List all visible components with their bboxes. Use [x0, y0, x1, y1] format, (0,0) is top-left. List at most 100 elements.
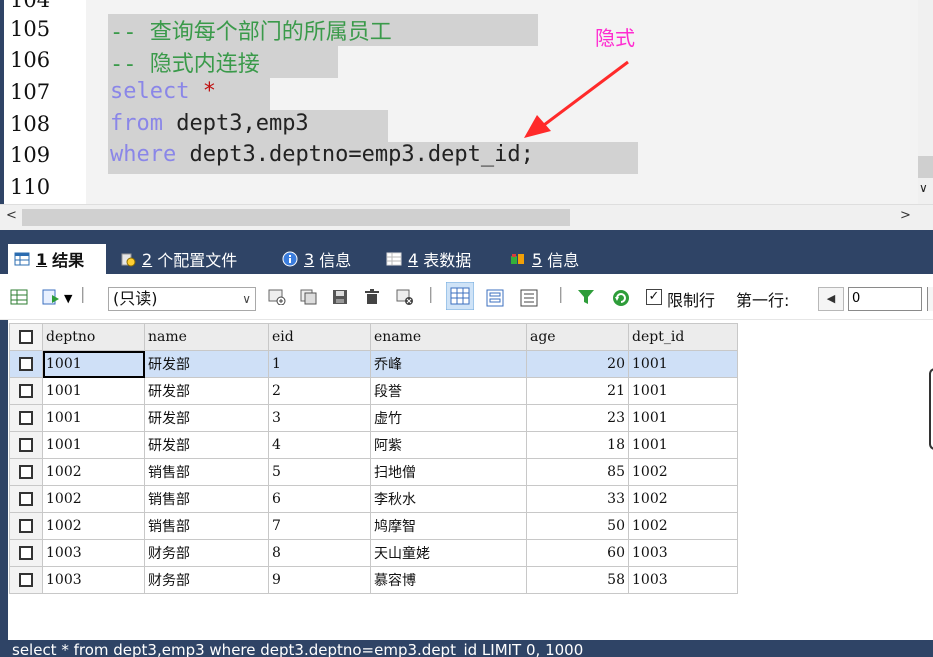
table-cell-dept-id[interactable]: 1002 [628, 485, 738, 513]
column-header[interactable]: name [144, 323, 269, 351]
table-cell-ename[interactable]: 鸠摩智 [370, 512, 527, 540]
table-cell-eid[interactable]: 3 [268, 404, 371, 432]
row-checkbox[interactable] [9, 566, 43, 594]
table-cell-deptno[interactable]: 1002 [42, 512, 145, 540]
table-cell-age[interactable]: 23 [526, 404, 629, 432]
table-cell-eid[interactable]: 4 [268, 431, 371, 459]
table-cell-name[interactable]: 研发部 [144, 377, 269, 405]
table-cell-age[interactable]: 21 [526, 377, 629, 405]
table-cell-age[interactable]: 60 [526, 539, 629, 567]
column-header[interactable]: deptno [42, 323, 145, 351]
table-row[interactable]: 1002 销售部 5 扫地僧 85 1002 [9, 458, 738, 486]
table-cell-dept-id[interactable]: 1003 [628, 539, 738, 567]
filter-icon[interactable] [578, 289, 594, 308]
table-cell-ename[interactable]: 阿紫 [370, 431, 527, 459]
table-cell-dept-id[interactable]: 1002 [628, 458, 738, 486]
tab-info[interactable]: 3 信息 [276, 244, 372, 274]
editor-scroll-thumb[interactable] [918, 156, 933, 178]
row-checkbox[interactable] [9, 350, 43, 378]
table-cell-deptno[interactable]: 1001 [42, 350, 145, 378]
table-cell-dept-id[interactable]: 1001 [628, 350, 738, 378]
table-cell-age[interactable]: 58 [526, 566, 629, 594]
table-cell-ename[interactable]: 慕容博 [370, 566, 527, 594]
table-row[interactable]: 1001 研发部 3 虚竹 23 1001 [9, 404, 738, 432]
column-header[interactable]: dept_id [628, 323, 738, 351]
rows-count-input[interactable] [927, 287, 933, 311]
table-cell-ename[interactable]: 天山童姥 [370, 539, 527, 567]
tab-results[interactable]: 1 结果 [8, 244, 106, 274]
previous-page-icon[interactable]: ◀ [818, 287, 844, 311]
table-cell-eid[interactable]: 7 [268, 512, 371, 540]
table-cell-age[interactable]: 50 [526, 512, 629, 540]
table-cell-dept-id[interactable]: 1002 [628, 512, 738, 540]
scroll-right-icon[interactable]: > [900, 208, 911, 223]
table-cell-eid[interactable]: 9 [268, 566, 371, 594]
panel-divider[interactable] [0, 230, 933, 240]
insert-row-icon[interactable] [268, 289, 286, 308]
form-mode-icon[interactable] [486, 289, 504, 310]
table-row[interactable]: 1002 销售部 6 李秋水 33 1002 [9, 485, 738, 513]
table-cell-ename[interactable]: 段誉 [370, 377, 527, 405]
table-cell-name[interactable]: 财务部 [144, 539, 269, 567]
row-checkbox[interactable] [9, 458, 43, 486]
table-cell-eid[interactable]: 5 [268, 458, 371, 486]
table-cell-name[interactable]: 销售部 [144, 485, 269, 513]
table-cell-ename[interactable]: 虚竹 [370, 404, 527, 432]
tab-info-2[interactable]: 5 信息 [504, 244, 600, 274]
row-checkbox[interactable] [9, 485, 43, 513]
save-icon[interactable] [332, 289, 348, 308]
row-checkbox[interactable] [9, 539, 43, 567]
table-row[interactable]: 1001 研发部 1 乔峰 20 1001 [9, 350, 738, 378]
table-row[interactable]: 1002 销售部 7 鸠摩智 50 1002 [9, 512, 738, 540]
tab-table-data[interactable]: 4 表数据 [380, 244, 496, 274]
grid-mode-icon[interactable] [445, 281, 475, 313]
select-all-checkbox[interactable] [9, 323, 43, 351]
table-cell-dept-id[interactable]: 1001 [628, 377, 738, 405]
table-cell-eid[interactable]: 2 [268, 377, 371, 405]
table-cell-age[interactable]: 20 [526, 350, 629, 378]
table-cell-ename[interactable]: 乔峰 [370, 350, 527, 378]
table-cell-deptno[interactable]: 1002 [42, 458, 145, 486]
table-cell-age[interactable]: 33 [526, 485, 629, 513]
cancel-changes-icon[interactable] [396, 289, 414, 308]
table-cell-name[interactable]: 研发部 [144, 404, 269, 432]
table-cell-dept-id[interactable]: 1001 [628, 404, 738, 432]
table-cell-deptno[interactable]: 1002 [42, 485, 145, 513]
side-panel-handle[interactable] [929, 368, 933, 450]
horizontal-scrollbar[interactable]: < > [0, 204, 933, 230]
table-cell-deptno[interactable]: 1001 [42, 377, 145, 405]
table-cell-dept-id[interactable]: 1001 [628, 431, 738, 459]
first-row-input[interactable]: 0 [848, 287, 922, 311]
table-cell-age[interactable]: 85 [526, 458, 629, 486]
column-header[interactable]: eid [268, 323, 371, 351]
table-cell-ename[interactable]: 李秋水 [370, 485, 527, 513]
duplicate-row-icon[interactable] [300, 289, 318, 308]
text-mode-icon[interactable] [520, 289, 538, 310]
limit-rows-checkbox[interactable]: ✓ [646, 289, 662, 305]
row-checkbox[interactable] [9, 512, 43, 540]
column-header[interactable]: age [526, 323, 629, 351]
table-row[interactable]: 1003 财务部 9 慕容博 58 1003 [9, 566, 738, 594]
table-row[interactable]: 1001 研发部 2 段誉 21 1001 [9, 377, 738, 405]
horizontal-scroll-thumb[interactable] [22, 209, 570, 226]
row-checkbox[interactable] [9, 377, 43, 405]
table-cell-deptno[interactable]: 1003 [42, 566, 145, 594]
table-cell-name[interactable]: 财务部 [144, 566, 269, 594]
table-cell-ename[interactable]: 扫地僧 [370, 458, 527, 486]
table-cell-eid[interactable]: 1 [268, 350, 371, 378]
table-row[interactable]: 1003 财务部 8 天山童姥 60 1003 [9, 539, 738, 567]
delete-icon[interactable] [364, 289, 380, 308]
export-icon[interactable] [42, 289, 60, 308]
mode-select[interactable]: (只读) ∨ [108, 287, 256, 311]
table-cell-name[interactable]: 销售部 [144, 458, 269, 486]
grid-view-icon[interactable] [10, 289, 28, 308]
table-cell-name[interactable]: 研发部 [144, 350, 269, 378]
scroll-left-icon[interactable]: < [6, 208, 17, 223]
table-cell-age[interactable]: 18 [526, 431, 629, 459]
row-checkbox[interactable] [9, 404, 43, 432]
table-row[interactable]: 1001 研发部 4 阿紫 18 1001 [9, 431, 738, 459]
table-cell-name[interactable]: 销售部 [144, 512, 269, 540]
refresh-icon[interactable] [612, 289, 630, 310]
table-cell-name[interactable]: 研发部 [144, 431, 269, 459]
chevron-down-icon[interactable]: ▼ [64, 291, 72, 307]
